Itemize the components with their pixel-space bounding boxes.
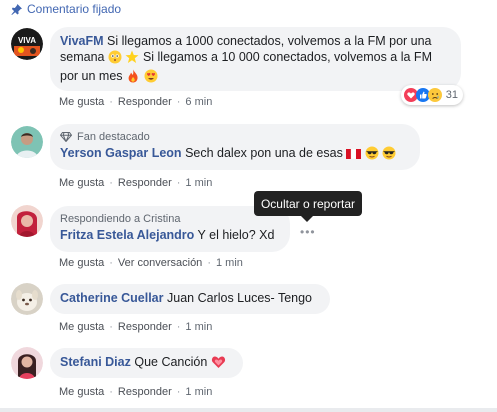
reply-link[interactable]: Responder (118, 321, 172, 333)
hide-or-report-tooltip: Ocultar o reportar (254, 191, 362, 216)
like-link[interactable]: Me gusta (59, 321, 104, 333)
comment-author[interactable]: Catherine Cuellar (60, 291, 164, 305)
comment-bubble: Fan destacado Yerson Gaspar Leon Sech da… (50, 124, 420, 170)
peru-flag-icon (346, 148, 362, 164)
comment-time[interactable]: 1 min (185, 177, 212, 189)
reactions-summary[interactable]: 31 (400, 85, 463, 105)
avatar[interactable] (11, 205, 43, 237)
fan-badge-label: Fan destacado (77, 131, 150, 143)
pinned-label: Comentario fijado (27, 2, 122, 16)
comment-actions: Me gusta · Responder · 1 min (59, 386, 213, 398)
comment-author[interactable]: Yerson Gaspar Leon (60, 146, 182, 160)
comment-time[interactable]: 1 min (185, 321, 212, 333)
reply-link[interactable]: Responder (118, 177, 172, 189)
comment-text: Que Canción (134, 355, 208, 369)
like-link[interactable]: Me gusta (59, 257, 104, 269)
sunglasses-emoji-icon (365, 146, 379, 164)
comment-actions: Me gusta · Responder · 1 min (59, 321, 213, 333)
comment-author[interactable]: Fritza Estela Alejandro (60, 228, 194, 242)
comment-bubble: Stefani Diaz Que Canción (50, 348, 243, 378)
comment-bubble: Catherine Cuellar Juan Carlos Luces- Ten… (50, 284, 330, 314)
comment-text: Y el hielo? Xd (197, 228, 275, 242)
reactions-count: 31 (445, 89, 458, 101)
comment-actions: Me gusta · Ver conversación · 1 min (59, 257, 243, 269)
avatar[interactable] (11, 126, 43, 158)
view-conversation-link[interactable]: Ver conversación (118, 257, 202, 269)
comment-time[interactable]: 1 min (216, 257, 243, 269)
avatar[interactable] (11, 347, 43, 379)
comment-text: Juan Carlos Luces- Tengo (167, 291, 312, 305)
sunglasses-emoji-icon (382, 146, 396, 164)
fire-emoji-icon (126, 69, 140, 87)
pin-icon (11, 3, 22, 15)
heart-eyes-emoji-icon (144, 69, 158, 87)
comment-text: Sech dalex pon una de esas (185, 146, 343, 160)
comment-actions: Me gusta · Responder · 1 min (59, 177, 213, 189)
like-link[interactable]: Me gusta (59, 386, 104, 398)
diamond-badge-icon (60, 132, 72, 142)
beating-heart-emoji-icon (211, 355, 226, 373)
sad-reaction-icon (427, 88, 442, 102)
comment-time[interactable]: 1 min (185, 386, 212, 398)
flushed-emoji-icon (108, 50, 122, 68)
reply-link[interactable]: Responder (118, 386, 172, 398)
svg-text:VIVA: VIVA (18, 36, 36, 45)
badge: Fan destacado (60, 130, 410, 144)
pinned-comment-header: Comentario fijado (11, 1, 121, 17)
avatar[interactable] (11, 283, 43, 315)
reply-link[interactable]: Responder (118, 96, 172, 108)
replying-to[interactable]: Respondiendo a Cristina (60, 212, 280, 226)
comment-author[interactable]: Stefani Diaz (60, 355, 131, 369)
avatar[interactable]: VIVA (11, 28, 43, 60)
like-link[interactable]: Me gusta (59, 96, 104, 108)
comment-author[interactable]: VivaFM (60, 34, 104, 48)
like-link[interactable]: Me gusta (59, 177, 104, 189)
star-emoji-icon (125, 50, 139, 68)
more-options-icon[interactable]: ••• (300, 225, 316, 239)
comment-actions: Me gusta · Responder · 6 min (59, 96, 213, 108)
tooltip-arrow (301, 216, 313, 222)
section-divider (0, 408, 497, 412)
comment-bubble: VivaFM Si llegamos a 1000 conectados, vo… (50, 27, 461, 91)
comment-time[interactable]: 6 min (185, 96, 212, 108)
